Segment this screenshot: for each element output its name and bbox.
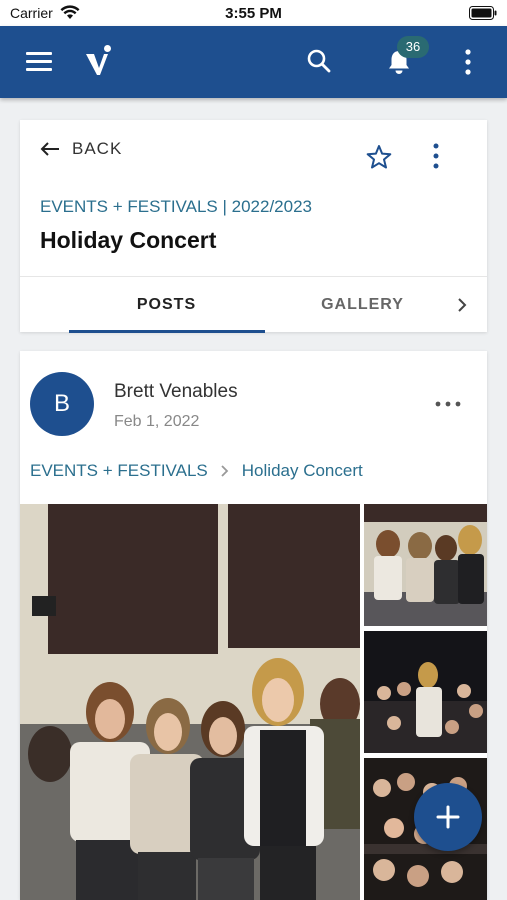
event-more-icon[interactable] [426,142,446,172]
post-photo-thumb-2[interactable] [364,631,487,753]
plus-icon [436,805,460,829]
post-photo-thumb-1[interactable] [364,504,487,626]
post-photo-main[interactable] [20,504,360,900]
status-bar: Carrier 3:55 PM [0,0,507,26]
page-title: Holiday Concert [40,227,217,253]
app-header: 36 [0,26,507,98]
add-post-button[interactable] [414,783,482,851]
event-card: BACK EVENTS + FESTIVALS | 2022/2023 Holi… [20,120,487,333]
tab-gallery[interactable]: GALLERY [265,277,460,333]
photo-thumb-image [364,504,487,626]
author-name[interactable]: Brett Venables [114,381,238,403]
back-arrow-icon [40,142,59,156]
clock-time: 3:55 PM [225,5,282,22]
tab-posts[interactable]: POSTS [68,277,265,333]
post-breadcrumb: EVENTS + FESTIVALS Holiday Concert [30,461,363,481]
breadcrumb-category[interactable]: EVENTS + FESTIVALS [30,461,208,481]
kebab-icon[interactable] [458,48,478,78]
notification-badge: 36 [397,36,429,58]
star-icon[interactable] [366,144,392,170]
breadcrumb-event[interactable]: Holiday Concert [242,461,363,481]
active-tab-indicator [69,330,265,333]
battery-icon [469,6,497,20]
menu-icon[interactable] [26,50,54,74]
chevron-right-icon[interactable] [456,297,468,313]
tab-bar: POSTS GALLERY [20,276,487,333]
avatar[interactable]: B [30,372,94,436]
post-date: Feb 1, 2022 [114,413,200,430]
search-icon[interactable] [306,48,332,74]
photo-group-image [20,504,360,900]
logo-icon[interactable] [84,44,114,78]
more-horizontal-icon[interactable] [434,400,462,408]
back-label: BACK [72,139,123,158]
chevron-right-icon [221,465,229,477]
back-button[interactable]: BACK [40,136,122,162]
photo-thumb-image [364,631,487,753]
event-breadcrumb[interactable]: EVENTS + FESTIVALS | 2022/2023 [40,197,312,217]
